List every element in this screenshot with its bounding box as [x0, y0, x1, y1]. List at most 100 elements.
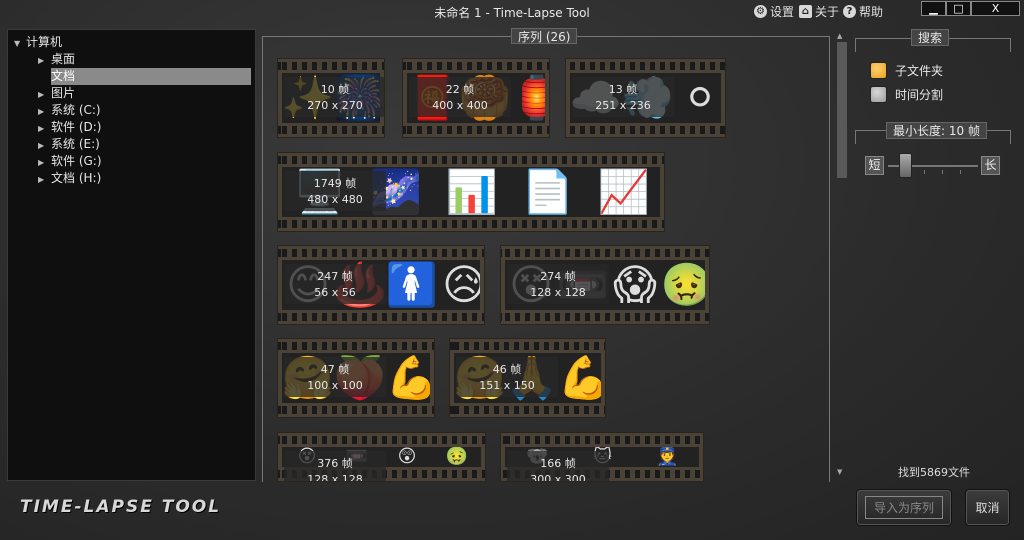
home-icon: ⌂ — [799, 5, 812, 18]
maximize-button[interactable]: □ — [946, 1, 971, 16]
frame-size: 270 x 270 — [307, 99, 363, 112]
window-controls: ▁ □ X — [921, 1, 1020, 16]
frame-size: 100 x 100 — [307, 379, 363, 392]
chevron-right-icon[interactable]: ▶ — [38, 103, 51, 120]
found-count: 找到5869文件 — [898, 466, 970, 479]
tree-root[interactable]: ▼ 计算机 — [14, 34, 62, 51]
tree-item-label: 软件 (D:) — [51, 120, 102, 134]
about-link[interactable]: ⌂ 关于 — [799, 3, 839, 20]
sequence-info-badge: 166 帧 300 x 300 — [507, 451, 609, 482]
tree-item-label: 系统 (E:) — [51, 137, 100, 151]
frame-count: 22 帧 — [445, 83, 475, 96]
import-sequence-button[interactable]: 导入为序列 — [856, 489, 952, 526]
sequence-item[interactable]: 🐨🐱👮166 帧300 x 300 — [500, 432, 704, 482]
thumbnail-frame: 💪 — [558, 353, 601, 403]
tree-item[interactable]: 文档 — [51, 68, 251, 85]
chevron-right-icon[interactable]: ▶ — [38, 52, 51, 69]
film-perforation — [278, 342, 434, 350]
scroll-up-icon[interactable]: ▲ — [837, 32, 842, 40]
scroll-thumb[interactable] — [837, 42, 847, 178]
sequence-item[interactable]: 🤗🙏💪46 帧151 x 150 — [449, 338, 606, 418]
frame-count: 376 帧 — [317, 457, 353, 470]
sequence-info-badge: 1749 帧 480 x 480 — [284, 171, 386, 211]
thumbnail-frame: 😱 — [613, 260, 657, 309]
checkbox-icon — [870, 62, 887, 79]
slider-handle[interactable] — [899, 153, 912, 178]
search-button[interactable]: 搜索 — [911, 29, 950, 46]
short-label: 短 — [865, 156, 884, 175]
close-button[interactable]: X — [971, 1, 1020, 16]
thumbnail-frame: 😲 — [397, 447, 417, 467]
folder-tree[interactable]: ▼ 计算机 ▶ 桌面 文档 ▶ 图片 ▶ 系统 (C:) ▶ 软件 (D:) ▶ 系统 (E:) ▶ 软件… — [7, 29, 256, 481]
help-icon: ? — [843, 5, 856, 18]
slider-tick — [960, 170, 961, 174]
sequence-info-badge: 46 帧 151 x 150 — [456, 357, 558, 397]
chevron-right-icon[interactable]: ▶ — [38, 86, 51, 103]
subfolder-checkbox[interactable]: 子文件夹 — [870, 62, 943, 79]
tree-item[interactable]: ▶ 系统 (E:) — [38, 136, 100, 153]
scroll-down-icon[interactable]: ▼ — [837, 468, 842, 476]
sequence-count-label: 序列 (26) — [511, 28, 578, 44]
help-link[interactable]: ? 帮助 — [843, 3, 883, 20]
cancel-button[interactable]: 取消 — [965, 489, 1010, 526]
sequence-item[interactable]: 🧧🥮🏮22 帧400 x 400 — [402, 58, 550, 138]
thumbnail-frame: 💪 — [386, 353, 430, 403]
frame-size: 400 x 400 — [432, 99, 488, 112]
sequence-info-badge: 247 帧 56 x 56 — [284, 264, 386, 304]
frame-count: 166 帧 — [540, 457, 576, 470]
frame-count: 10 帧 — [320, 83, 350, 96]
sequence-info-badge: 376 帧 128 x 128 — [284, 451, 386, 481]
tree-item[interactable]: ▶ 系统 (C:) — [38, 102, 101, 119]
frame-size: 151 x 150 — [479, 379, 535, 392]
sequence-item[interactable]: 🖥️🌌📊📄📈1749 帧480 x 480 — [277, 152, 665, 232]
settings-link[interactable]: ⚙ 设置 — [754, 3, 794, 20]
tree-item[interactable]: ▶ 软件 (G:) — [38, 153, 102, 170]
checkbox-icon — [870, 86, 887, 103]
film-perforation — [403, 62, 549, 70]
tree-item-label: 文档 (H:) — [51, 171, 102, 185]
tree-item-label: 文档 — [51, 69, 76, 83]
sequence-item[interactable]: 😊♨️🚺😥247 帧56 x 56 — [277, 245, 485, 325]
chevron-right-icon[interactable]: ▶ — [38, 154, 51, 171]
minimize-button[interactable]: ▁ — [921, 1, 946, 16]
chevron-down-icon: ▼ — [14, 39, 21, 48]
film-perforation — [278, 220, 664, 228]
sequence-item[interactable]: 🤗🍑💪47 帧100 x 100 — [277, 338, 435, 418]
thumbnail-frame: 📈 — [597, 167, 651, 216]
thumbnail-frame: 📄 — [521, 167, 575, 216]
thumbnail-frame: 🚺 — [385, 260, 439, 309]
long-label: 长 — [981, 156, 1000, 175]
frame-count: 47 帧 — [320, 363, 350, 376]
frame-count: 46 帧 — [492, 363, 522, 376]
film-perforation — [278, 156, 664, 164]
film-perforation — [278, 62, 384, 70]
sequence-info-badge: 22 帧 400 x 400 — [409, 77, 511, 117]
sequence-item[interactable]: ✨🎆✨10 帧270 x 270 — [277, 58, 385, 138]
timesplit-checkbox[interactable]: 时间分割 — [870, 86, 943, 103]
chevron-right-icon[interactable]: ▶ — [38, 137, 51, 154]
frame-size: 128 x 128 — [530, 286, 586, 299]
frame-count: 1749 帧 — [313, 177, 357, 190]
tree-item[interactable]: ▶ 文档 (H:) — [38, 170, 101, 187]
tree-item[interactable]: ▶ 软件 (D:) — [38, 119, 101, 136]
sequence-item[interactable]: ☁️💨⚪13 帧251 x 236 — [565, 58, 726, 138]
sequence-item[interactable]: 😵📼😱🤢274 帧128 x 128 — [500, 245, 710, 325]
thumbnail-frame: ⚪ — [682, 73, 718, 122]
film-perforation — [501, 249, 709, 257]
frame-size: 251 x 236 — [595, 99, 651, 112]
film-perforation — [278, 249, 484, 257]
chevron-right-icon[interactable]: ▶ — [38, 171, 51, 188]
chevron-right-icon[interactable]: ▶ — [38, 120, 51, 137]
tree-item[interactable]: ▶ 图片 — [38, 85, 75, 102]
sequence-info-badge: 274 帧 128 x 128 — [507, 264, 609, 304]
sequence-info-badge: 10 帧 270 x 270 — [284, 77, 384, 117]
thumbnail-frame: 📊 — [445, 167, 499, 216]
sequence-scrollbar[interactable]: ▲ ▼ — [836, 32, 848, 482]
frame-size: 300 x 300 — [530, 473, 586, 482]
sequence-item[interactable]: 😵📼😲🤢376 帧128 x 128 — [277, 432, 486, 482]
thumbnail-frame: 🤢 — [661, 260, 705, 310]
gear-icon: ⚙ — [754, 5, 767, 18]
tree-item[interactable]: ▶ 桌面 — [38, 51, 75, 68]
film-perforation — [278, 126, 384, 134]
frame-count: 274 帧 — [540, 270, 576, 283]
